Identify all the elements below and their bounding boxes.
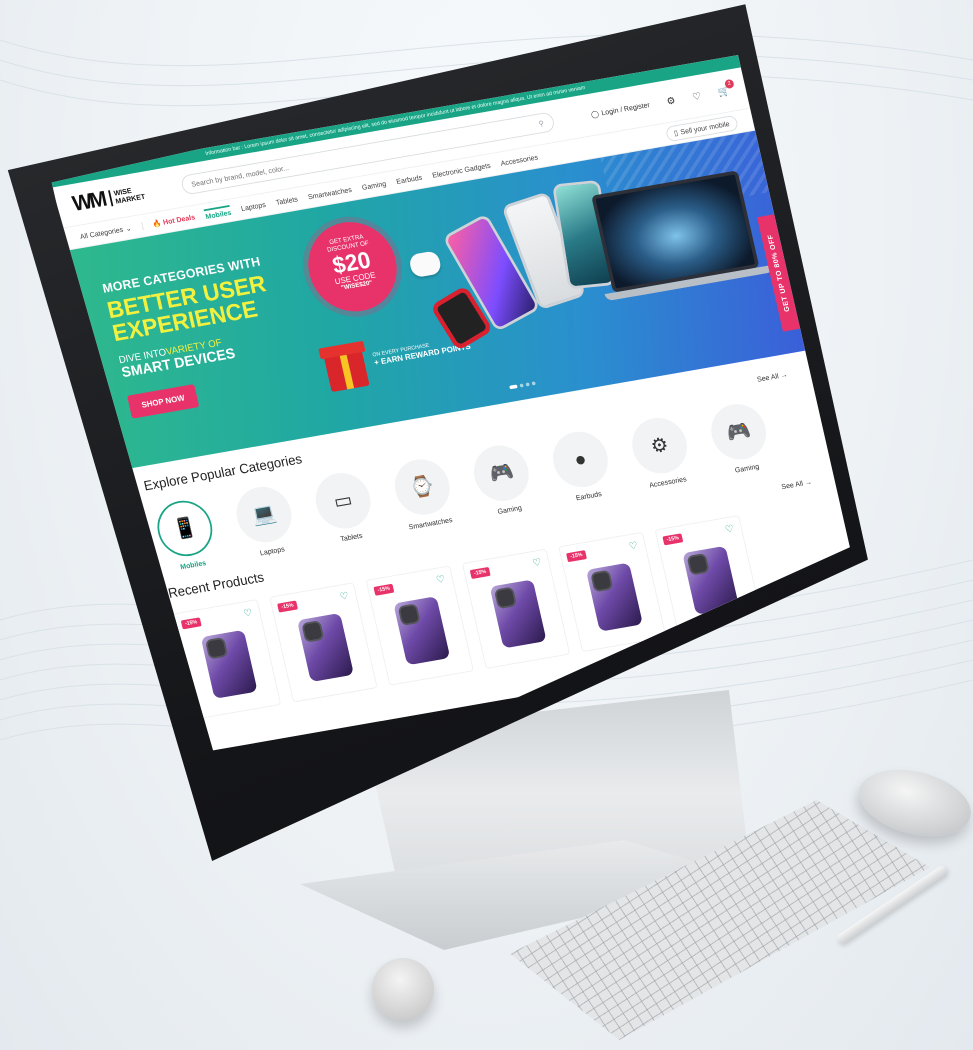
logo-mark: WM: [70, 187, 108, 217]
site-logo[interactable]: WM WISE MARKET: [70, 180, 147, 217]
recent-products-title: Recent Products: [166, 569, 266, 602]
nav-item-smartwatches[interactable]: Smartwatches: [307, 185, 352, 201]
discount-badge: -15%: [180, 617, 202, 630]
categories-see-all-link[interactable]: See All →: [756, 370, 788, 383]
nav-item-laptops[interactable]: Laptops: [240, 200, 266, 212]
product-image: [200, 629, 258, 699]
discount-badge: -15%: [469, 566, 491, 580]
discount-badge: -15%: [566, 550, 587, 563]
category-accessories[interactable]: ⚙ Accessories: [623, 413, 699, 491]
product-card[interactable]: -15% ♡: [269, 582, 378, 703]
wishlist-heart-icon[interactable]: ♡: [691, 90, 702, 102]
watch-icon: ⌚: [389, 455, 456, 519]
all-categories-dropdown[interactable]: All Categories ⌄: [79, 221, 144, 241]
carousel-dots[interactable]: [509, 381, 536, 390]
carousel-dot[interactable]: [509, 384, 518, 390]
shop-now-button[interactable]: SHOP NOW: [127, 384, 200, 419]
wishlist-heart-icon[interactable]: ♡: [531, 556, 543, 569]
accessories-icon: ⚙: [626, 413, 693, 478]
category-earbuds[interactable]: ● Earbuds: [544, 427, 620, 505]
login-link[interactable]: ◯ Login / Register: [590, 100, 650, 118]
discount-badge: -15%: [277, 600, 299, 613]
banner-text: MORE CATEGORIES WITH BETTER USER EXPERIE…: [101, 254, 290, 419]
hot-deals-link[interactable]: 🔥 Hot Deals: [152, 213, 196, 228]
gamepad-icon: 🎮: [468, 441, 535, 506]
login-label: Login / Register: [600, 100, 651, 117]
flame-icon: 🔥: [151, 218, 163, 228]
discount-badge: -15%: [662, 533, 684, 546]
hot-deals-label: Hot Deals: [162, 212, 196, 227]
product-image: [296, 612, 354, 683]
all-categories-label: All Categories: [79, 225, 124, 241]
category-laptops[interactable]: 💻 Laptops: [228, 482, 304, 560]
wishlist-heart-icon[interactable]: ♡: [628, 539, 639, 552]
earbuds-product-image: [408, 250, 443, 279]
wishlist-heart-icon[interactable]: ♡: [724, 523, 735, 535]
phone-icon: 📱: [152, 496, 218, 561]
wishlist-heart-icon[interactable]: ♡: [339, 590, 350, 603]
phone-icon: ▯: [673, 128, 679, 137]
products-see-all-link[interactable]: See All →: [781, 478, 813, 491]
nav-item-tablets[interactable]: Tablets: [275, 195, 299, 207]
product-card[interactable]: -15% ♡: [558, 531, 667, 653]
wishlist-heart-icon[interactable]: ♡: [435, 573, 446, 586]
discount-offer-badge: GET EXTRA DISCOUNT OF $20 USE CODE "WISE…: [299, 215, 406, 319]
surface-dial: [372, 958, 434, 1020]
category-gaming-2[interactable]: 🎮 Gaming: [702, 399, 778, 477]
sell-mobile-label: Sell your mobile: [679, 119, 731, 136]
carousel-dot[interactable]: [519, 383, 524, 388]
carousel-dot[interactable]: [531, 381, 536, 386]
discount-badge: -15%: [373, 583, 395, 596]
product-image: [585, 562, 643, 632]
chevron-down-icon: ⌄: [124, 223, 133, 233]
wishlist-heart-icon[interactable]: ♡: [242, 607, 254, 619]
cart-icon[interactable]: 🛒 2: [717, 78, 735, 98]
nav-item-electronic-gadgets[interactable]: Electronic Gadgets: [431, 161, 491, 179]
compare-icon[interactable]: ⚙: [665, 94, 677, 107]
product-card[interactable]: -15% ♡: [461, 548, 571, 669]
logo-text: WISE MARKET: [107, 184, 146, 207]
product-image: [489, 579, 547, 649]
nav-item-gaming[interactable]: Gaming: [361, 179, 387, 191]
category-tablets[interactable]: ▭ Tablets: [307, 468, 383, 546]
gift-box-icon: [323, 350, 370, 393]
nav-item-mobiles[interactable]: Mobiles: [203, 204, 233, 221]
gamepad-icon: 🎮: [705, 399, 772, 464]
laptop-icon: 💻: [231, 482, 297, 547]
cart-count-badge: 2: [723, 78, 735, 89]
category-gaming[interactable]: 🎮 Gaming: [465, 441, 541, 519]
product-card[interactable]: -15% ♡: [365, 565, 474, 686]
search-icon[interactable]: ⚲: [538, 119, 545, 128]
nav-item-accessories[interactable]: Accessories: [500, 153, 539, 167]
user-icon: ◯: [590, 109, 600, 119]
category-mobiles[interactable]: 📱 Mobiles: [149, 496, 225, 574]
tablet-icon: ▭: [310, 468, 376, 533]
carousel-dot[interactable]: [525, 382, 530, 387]
product-image: [393, 596, 451, 666]
category-smartwatches[interactable]: ⌚ Smartwatches: [386, 454, 462, 532]
earbuds-icon: ●: [547, 427, 614, 492]
nav-item-earbuds[interactable]: Earbuds: [395, 173, 422, 185]
